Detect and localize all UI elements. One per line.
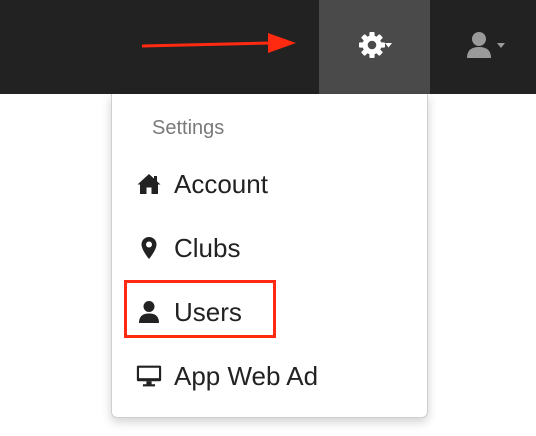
menu-item-users[interactable]: Users	[112, 287, 427, 337]
home-icon	[136, 171, 162, 197]
menu-item-clubs[interactable]: Clubs	[112, 223, 427, 273]
menu-item-label: Account	[174, 168, 268, 199]
map-marker-icon	[136, 235, 162, 261]
desktop-icon	[136, 363, 162, 389]
settings-menu-button[interactable]	[319, 0, 430, 94]
user-menu-button[interactable]	[440, 0, 536, 94]
gear-icon	[358, 30, 392, 65]
menu-item-label: Users	[174, 296, 242, 327]
user-icon	[136, 299, 162, 325]
menu-item-app-web-ad[interactable]: App Web Ad	[112, 351, 427, 401]
settings-dropdown-menu: Settings Account Clubs Users App Web Ad	[111, 94, 428, 418]
menu-item-label: Clubs	[174, 232, 241, 263]
menu-item-account[interactable]: Account	[112, 159, 427, 209]
menu-item-label: App Web Ad	[174, 360, 319, 391]
user-icon	[465, 30, 511, 65]
annotation-arrow	[141, 33, 296, 53]
dropdown-header: Settings	[152, 117, 225, 139]
